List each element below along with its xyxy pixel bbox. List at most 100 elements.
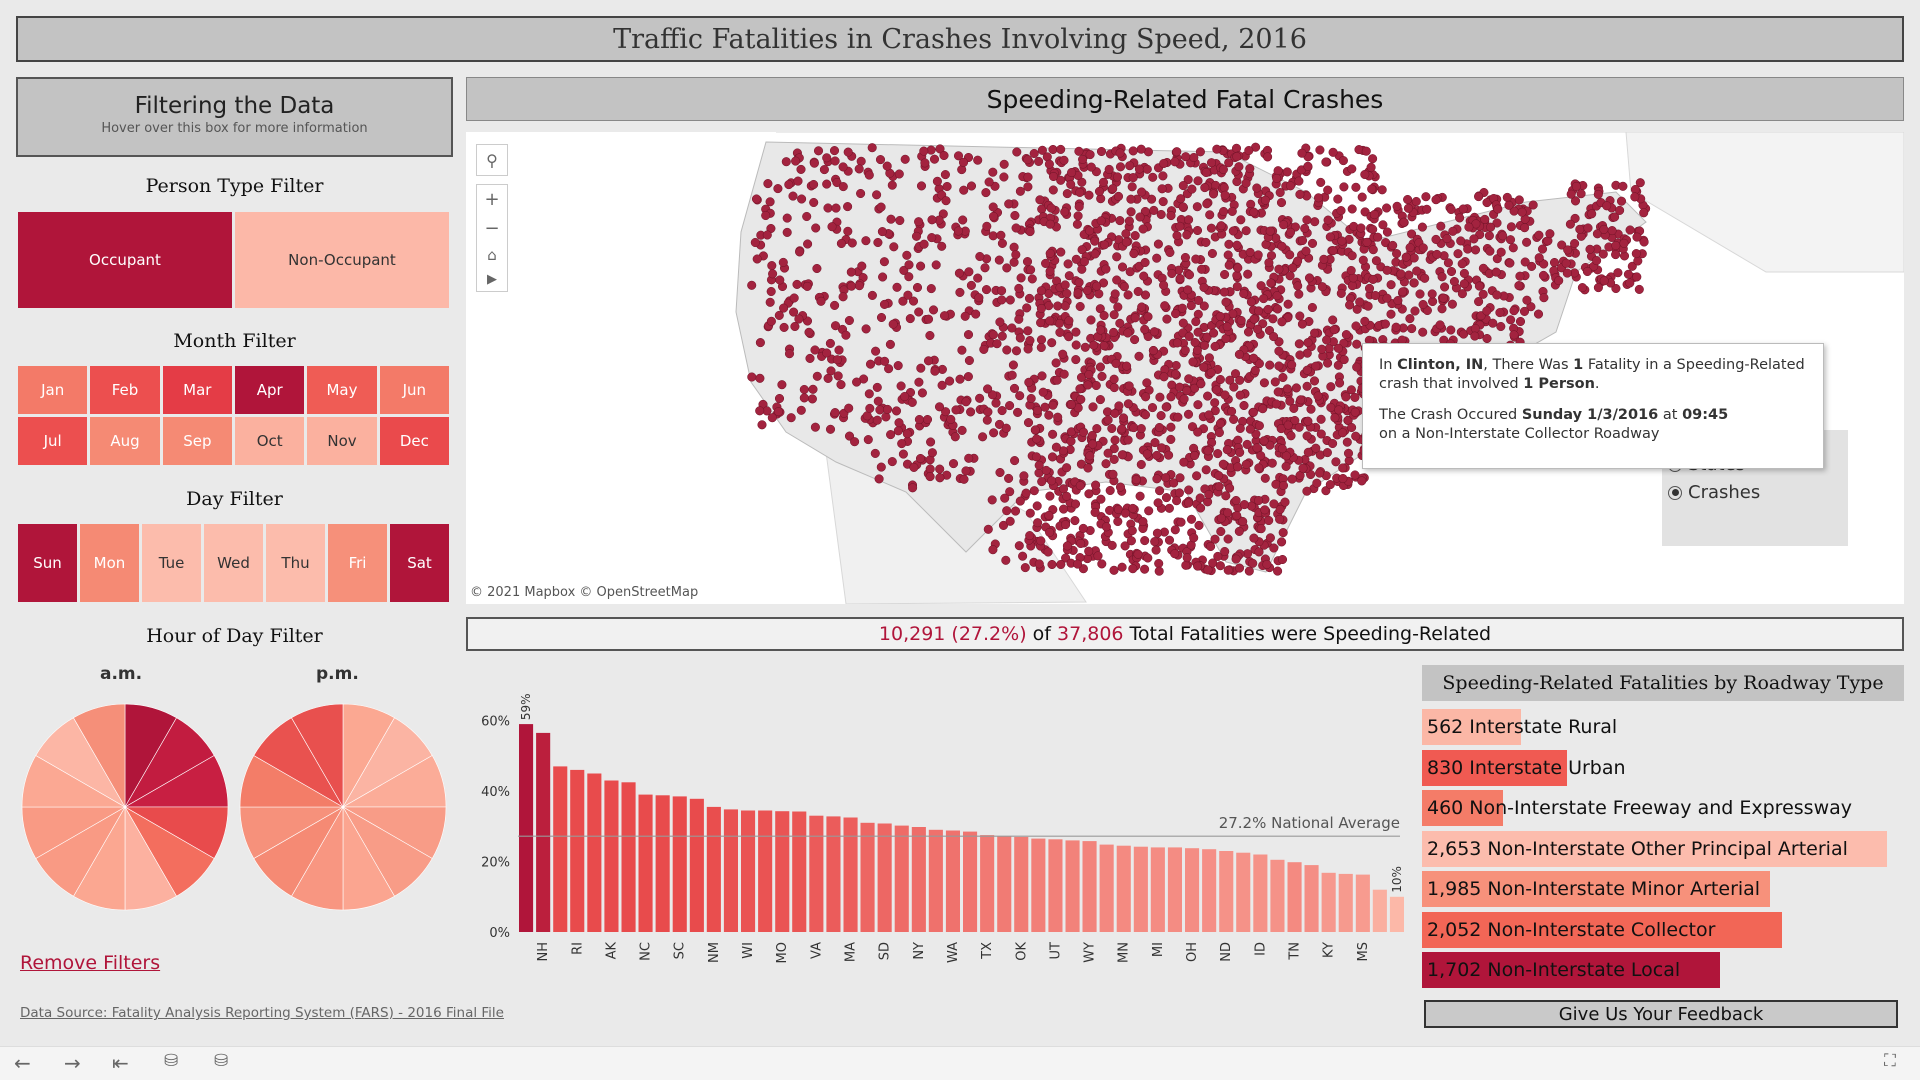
roadway-row[interactable]: 1,702 Non-Interstate Local [1422,952,1904,988]
crash-dot[interactable] [1339,355,1349,365]
crash-dot[interactable] [1172,496,1182,506]
crash-dot[interactable] [1005,516,1015,526]
crash-dot[interactable] [1519,306,1530,316]
crash-dot[interactable] [813,146,824,156]
crash-dot[interactable] [1442,234,1452,244]
crash-dot[interactable] [1133,286,1143,297]
crash-dot[interactable] [844,403,854,413]
crash-dot[interactable] [1366,162,1376,172]
crash-dot[interactable] [963,372,973,382]
crash-dot[interactable] [1117,562,1127,572]
crash-dot[interactable] [1078,154,1088,164]
crash-dot[interactable] [1023,326,1033,336]
crash-dot[interactable] [1218,459,1228,469]
crash-dot[interactable] [1311,443,1321,453]
crash-dot[interactable] [895,215,905,226]
crash-dot[interactable] [1338,156,1348,166]
crash-dot[interactable] [923,314,934,324]
crash-dot[interactable] [1002,263,1012,273]
crash-dot[interactable] [950,432,960,442]
crash-dot[interactable] [834,345,844,355]
crash-dot[interactable] [1164,535,1175,545]
month-filter-oct[interactable]: Oct [235,417,305,465]
crash-dot[interactable] [928,305,939,315]
crash-dot[interactable] [768,269,778,279]
crash-dot[interactable] [1031,452,1041,462]
crash-dot[interactable] [1193,400,1203,410]
crash-dot[interactable] [873,237,883,248]
crash-dot[interactable] [1440,282,1450,292]
crash-dot[interactable] [988,231,998,241]
crash-dot[interactable] [1091,480,1101,490]
crash-dot[interactable] [1234,349,1244,359]
crash-dot[interactable] [1173,412,1183,422]
crash-dot[interactable] [1007,370,1017,380]
crash-dot[interactable] [1616,196,1627,206]
crash-dot[interactable] [1391,322,1401,332]
crash-dot[interactable] [1274,264,1284,274]
crash-dot[interactable] [1016,273,1026,283]
crash-dot[interactable] [1265,360,1275,370]
crash-dot[interactable] [1239,400,1249,411]
crash-dot[interactable] [1241,459,1251,469]
crash-dot[interactable] [1276,198,1287,208]
crash-dot[interactable] [1009,257,1019,267]
crash-dot[interactable] [1165,247,1175,258]
crash-dot[interactable] [1076,538,1086,549]
crash-dot[interactable] [804,327,814,337]
crash-dot[interactable] [1062,189,1072,199]
crash-dot[interactable] [1002,345,1012,355]
crash-dot[interactable] [989,428,999,438]
crash-dot[interactable] [1053,301,1063,311]
crash-dot[interactable] [1303,338,1313,348]
back-icon[interactable]: ← [14,1051,31,1075]
crash-dot[interactable] [1084,546,1094,556]
crash-dot[interactable] [1073,559,1083,569]
crash-dot[interactable] [1147,403,1158,413]
crash-dot[interactable] [796,164,806,174]
crash-dot[interactable] [997,406,1007,416]
crash-dot[interactable] [937,380,947,390]
crash-dot[interactable] [1307,238,1318,248]
crash-dot[interactable] [1103,415,1113,425]
crash-dot[interactable] [1096,146,1107,157]
state-bar[interactable] [843,817,858,933]
crash-dot[interactable] [1508,243,1518,253]
crash-dot[interactable] [1044,410,1054,420]
crash-dot[interactable] [1224,239,1234,249]
crash-dot[interactable] [852,377,862,387]
crash-dot[interactable] [1123,399,1133,409]
crash-dot[interactable] [799,384,809,395]
crash-dot[interactable] [1224,260,1234,270]
crash-dot[interactable] [1347,204,1357,214]
crash-dot[interactable] [796,405,806,415]
crash-dot[interactable] [1571,181,1581,191]
crash-dot[interactable] [1323,185,1333,195]
crash-dot[interactable] [1228,226,1238,236]
crash-dot[interactable] [1128,146,1138,156]
crash-dot[interactable] [1242,439,1252,449]
crash-dot[interactable] [964,355,974,366]
crash-dot[interactable] [784,349,795,359]
crash-dot[interactable] [1488,318,1498,328]
crash-dot[interactable] [987,495,997,505]
crash-dot[interactable] [1505,258,1515,268]
crash-dot[interactable] [988,330,998,340]
crash-dot[interactable] [838,292,848,302]
crash-dot[interactable] [1070,499,1081,509]
crash-dot[interactable] [876,202,886,212]
crash-dot[interactable] [1371,256,1381,266]
crash-dot[interactable] [1232,152,1242,162]
crash-dot[interactable] [1235,375,1245,385]
crash-dot[interactable] [1166,422,1176,432]
crash-dot[interactable] [812,371,822,381]
crash-dot[interactable] [811,223,821,233]
crash-dot[interactable] [1155,486,1165,496]
crash-dot[interactable] [1634,284,1644,294]
crash-dot[interactable] [1208,189,1219,199]
crash-dot[interactable] [1110,408,1120,418]
crash-dot[interactable] [1195,147,1205,157]
crash-dot[interactable] [996,230,1006,240]
crash-dot[interactable] [1122,361,1132,371]
crash-dot[interactable] [1493,204,1503,214]
